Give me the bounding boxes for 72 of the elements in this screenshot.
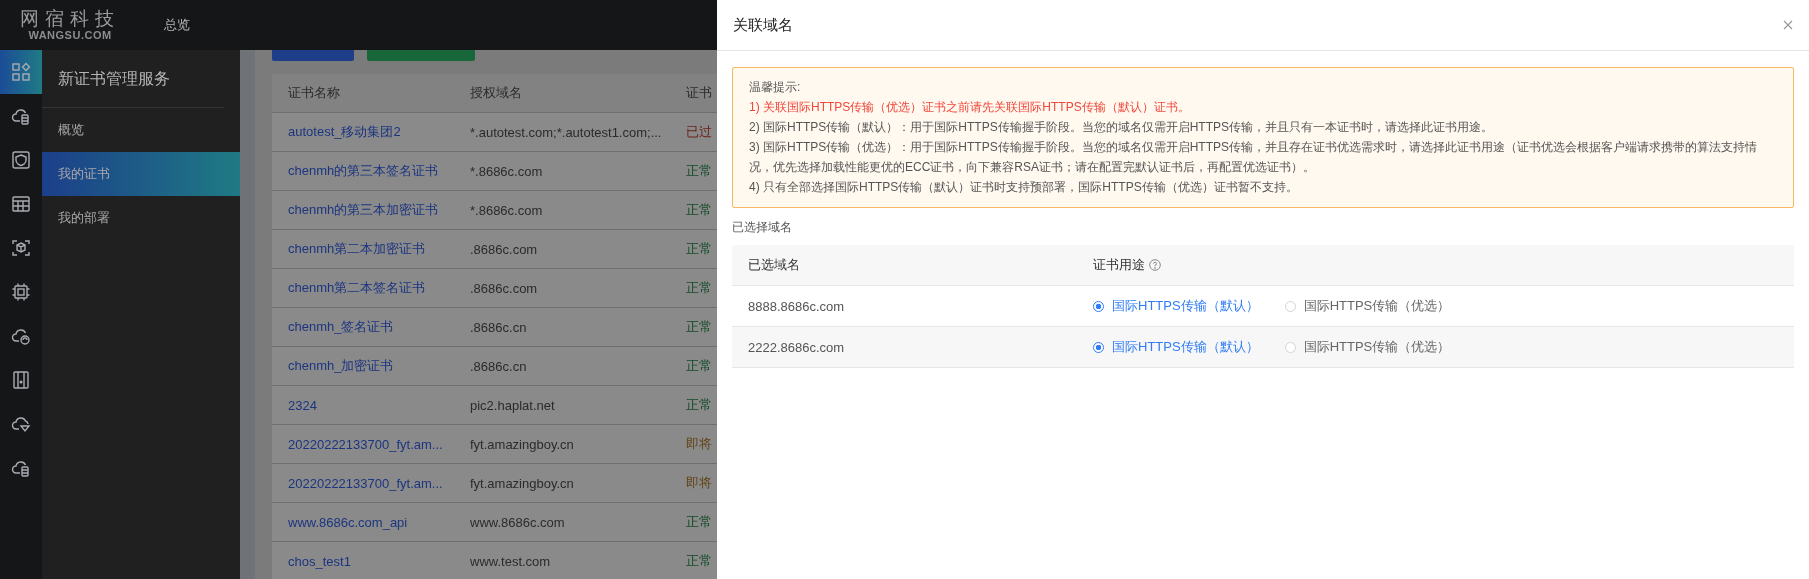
notice-text: 2) 国际HTTPS传输（默认）：用于国际HTTPS传输握手阶段。当您的域名仅需开启HTTPS传输，并且只有一本证书时，请选择此证书用途。 xyxy=(749,119,1494,136)
radio-option[interactable]: 国际HTTPS传输（默认） xyxy=(1093,338,1259,356)
table-cell-text: *.8686c.com xyxy=(470,202,544,218)
status-text: 正常 xyxy=(686,318,713,336)
grid-icon xyxy=(11,194,31,214)
cube-icon xyxy=(11,238,31,258)
status-text: 正常 xyxy=(686,552,713,570)
status-text: 已过 xyxy=(686,123,713,141)
status-text: 正常 xyxy=(686,513,713,531)
table-cell-text: *.8686c.com xyxy=(470,163,544,179)
status-text: 正常 xyxy=(686,279,713,297)
notice-text: 3) 国际HTTPS传输（优选）：用于国际HTTPS传输握手阶段。当您的域名仅需开启HTTPS传输，并且存在证书优选需求时，请选择此证书用途（证书优选会根据客户端请求携带的算法支持情况，优先选择加载性能更优的ECC证书，向下兼容RSA证书；请在配置完默认证书后，再配置优选证书）。 xyxy=(749,139,1758,176)
certificate-link[interactable]: chenmh第二本签名证书 xyxy=(288,280,426,295)
column-header: 证书名称 xyxy=(287,84,341,102)
radio-option[interactable]: 国际HTTPS传输（优选） xyxy=(1284,297,1451,315)
table-cell-text: 8888.8686c.com xyxy=(747,298,846,314)
column-header: 已选域名 xyxy=(747,256,801,274)
status-text: 正常 xyxy=(686,162,713,180)
table-cell-text: .8686c.com xyxy=(470,241,539,257)
certificate-link[interactable]: chenmh的第三本加密证书 xyxy=(288,202,439,217)
certificate-link[interactable]: 20220222133700_fyt.am... xyxy=(288,436,443,452)
table-cell-text: fyt.amazingboy.cn xyxy=(470,475,575,491)
notice-text: 4) 只有全部选择国际HTTPS传输（默认）证书时支持预部署，国际HTTPS传输（优选）证书暂不支持。 xyxy=(749,179,1299,196)
certificate-link[interactable]: chenmh第二本加密证书 xyxy=(288,241,426,256)
radio-option[interactable]: 国际HTTPS传输（优选） xyxy=(1284,338,1451,356)
sidebar-item[interactable]: 我的部署 xyxy=(42,196,240,240)
status-text: 即将 xyxy=(686,435,713,453)
table-cell-text: pic2.haplat.net xyxy=(470,397,556,413)
shield-icon xyxy=(11,150,31,170)
notice-text: 1) 关联国际HTTPS传输（优选）证书之前请先关联国际HTTPS传输（默认）证书。 xyxy=(749,99,1191,116)
certificate-link[interactable]: 2324 xyxy=(288,397,317,413)
status-text: 正常 xyxy=(686,240,713,258)
table-cell-text: www.test.com xyxy=(470,553,552,569)
certificate-link[interactable]: www.8686c.com_api xyxy=(288,514,408,530)
sidebar-title: 新证书管理服务 xyxy=(42,50,224,108)
certificate-link[interactable]: chenmh_签名证书 xyxy=(288,319,394,334)
help-icon[interactable] xyxy=(1149,259,1161,271)
section-label: 已选择域名 xyxy=(732,219,793,236)
drawer-title: 关联域名 xyxy=(733,15,793,35)
table-cell-text: .8686c.cn xyxy=(470,319,528,335)
table-cell-text: .8686c.com xyxy=(470,280,539,296)
cloud-icon xyxy=(11,414,31,434)
chip-icon xyxy=(11,282,31,302)
table-cell-text: .8686c.cn xyxy=(470,358,528,374)
column-header: 授权域名 xyxy=(470,84,523,102)
status-text: 正常 xyxy=(686,357,713,375)
certificate-link[interactable]: chos_test1 xyxy=(288,553,351,569)
column-header: 证书 xyxy=(686,84,713,102)
certificate-link[interactable]: autotest_移动集团2 xyxy=(288,124,401,139)
table-cell-text: fyt.amazingboy.cn xyxy=(470,436,575,452)
sidebar-item[interactable]: 概览 xyxy=(42,108,240,152)
server-icon xyxy=(11,370,31,390)
certificate-link[interactable]: chenmh的第三本签名证书 xyxy=(288,163,439,178)
certificate-link[interactable]: 20220222133700_fyt.am... xyxy=(288,475,443,491)
status-text: 正常 xyxy=(686,201,713,219)
close-icon[interactable] xyxy=(1783,20,1793,30)
table-cell-text: *.autotest.com;*.autotest1.com;... xyxy=(470,124,663,140)
cloud-icon xyxy=(11,458,31,478)
certificate-link[interactable]: chenmh_加密证书 xyxy=(288,358,394,373)
notice-heading: 温馨提示: xyxy=(749,79,802,96)
cloud-icon xyxy=(11,326,31,346)
column-header: 证书用途 xyxy=(1093,256,1145,274)
table-cell-text: 2222.8686c.com xyxy=(747,339,846,355)
cloud-icon xyxy=(11,106,31,126)
status-text: 正常 xyxy=(686,396,713,414)
nav-link[interactable]: 总览 xyxy=(164,16,190,34)
table-cell-text: www.8686c.com xyxy=(470,514,566,530)
apps-icon xyxy=(11,62,31,82)
logo: 网宿科技 WANGSU.COM xyxy=(20,9,120,41)
sidebar-item[interactable]: 我的证书 xyxy=(42,152,240,196)
radio-option[interactable]: 国际HTTPS传输（默认） xyxy=(1093,297,1259,315)
status-text: 即将 xyxy=(686,474,713,492)
